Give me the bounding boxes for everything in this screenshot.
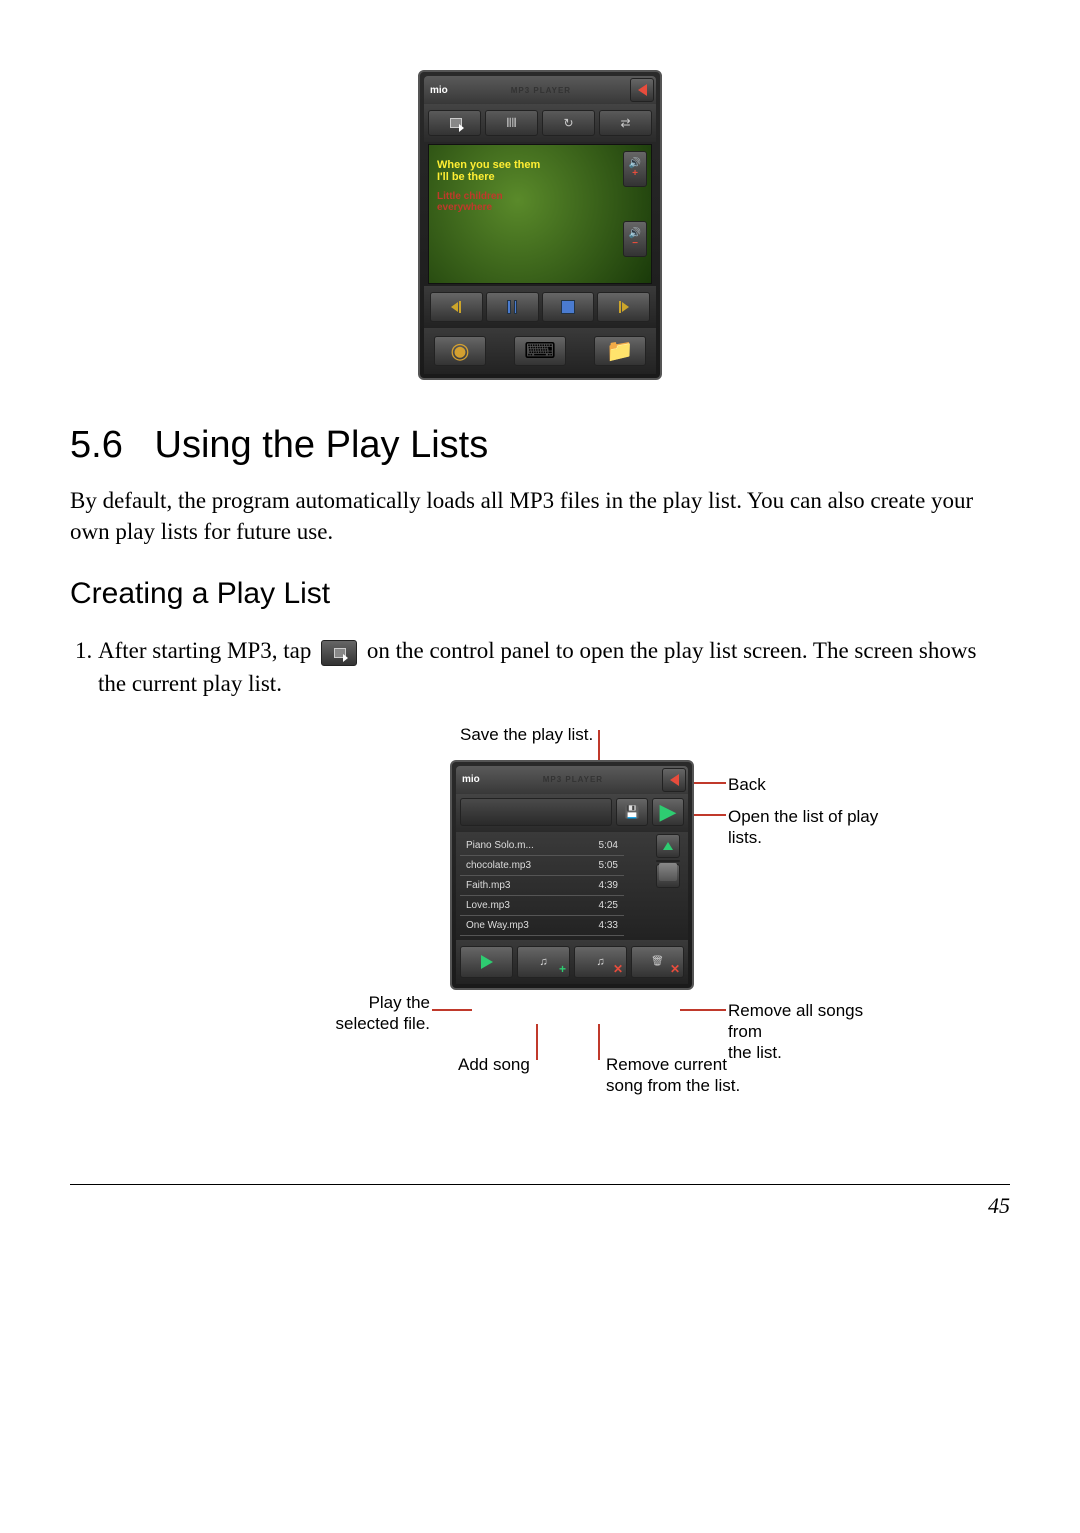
equalizer-tab[interactable]: ⦀⦀: [485, 110, 538, 136]
back-button[interactable]: [630, 78, 654, 102]
remove-all-button[interactable]: 🗑✕: [631, 946, 684, 978]
playlist-icon: [448, 116, 462, 130]
add-song-button[interactable]: ♫+: [517, 946, 570, 978]
next-icon: [622, 302, 629, 312]
playlist-icon: [332, 646, 346, 660]
playlist-device: mio MP3 PLAYER 💾 ▶ Piano Solo.m...5:04 c…: [450, 760, 694, 990]
shuffle-tab[interactable]: ⇄: [599, 110, 652, 136]
toolbar-spacer: [460, 798, 612, 826]
label-save: Save the play list.: [460, 724, 593, 745]
minus-icon: −: [632, 239, 638, 249]
playlist-toolbar: 💾 ▶: [456, 794, 688, 832]
section-title: Using the Play Lists: [155, 424, 489, 466]
chevron-up-icon: [663, 842, 673, 850]
section-heading: 5.6 Using the Play Lists: [70, 424, 1010, 467]
app-title: MP3 PLAYER: [452, 86, 630, 95]
remove-song-button[interactable]: ♫✕: [574, 946, 627, 978]
folder-button[interactable]: 📁: [594, 336, 646, 366]
volume-down-button[interactable]: 🔊−: [623, 221, 647, 257]
play-icon: [481, 955, 493, 969]
shuffle-icon: ⇄: [620, 116, 630, 131]
disc-icon: ◉: [450, 338, 469, 364]
label-add: Add song: [458, 1054, 530, 1075]
stop-button[interactable]: [542, 292, 595, 322]
scroll-up-button[interactable]: [656, 834, 680, 858]
brand-logo: mio: [426, 85, 452, 96]
lyric-line-3: Little children: [437, 191, 643, 202]
play-selected-button[interactable]: [460, 946, 513, 978]
open-playlists-button[interactable]: ▶: [652, 798, 684, 826]
save-playlist-button[interactable]: 💾: [616, 798, 648, 826]
mode-tabs: ⦀⦀ ↻ ⇄: [424, 104, 656, 142]
playlist-bottom-controls: ♫+ ♫✕ 🗑✕: [456, 940, 688, 984]
player-header: mio MP3 PLAYER: [424, 76, 656, 104]
label-back: Back: [728, 774, 766, 795]
label-remove-current: Remove current song from the list.: [606, 1054, 740, 1097]
scroll-thumb[interactable]: [659, 863, 677, 881]
disc-button[interactable]: ◉: [434, 336, 486, 366]
section-number: 5.6: [70, 424, 123, 466]
step-1-text-a: After starting MP3, tap: [98, 638, 311, 663]
back-button[interactable]: [662, 768, 686, 792]
keyboard-button[interactable]: ⌨: [514, 336, 566, 366]
lyric-line-1: When you see them: [437, 159, 643, 171]
track-row[interactable]: chocolate.mp35:05: [460, 856, 624, 876]
track-row[interactable]: One Way.mp34:33: [460, 916, 624, 936]
player-device: mio MP3 PLAYER ⦀⦀ ↻ ⇄ When you see them …: [418, 70, 662, 380]
steps-list: After starting MP3, tap on the control p…: [70, 634, 1010, 701]
page-number: 45: [988, 1193, 1010, 1218]
keyboard-icon: ⌨: [524, 338, 556, 364]
lyric-line-2: I'll be there: [437, 171, 643, 183]
bottom-controls: ◉ ⌨ 📁: [424, 328, 656, 374]
track-row[interactable]: Piano Solo.m...5:04: [460, 836, 624, 856]
now-playing-display: When you see them I'll be there Little c…: [428, 144, 652, 284]
playlist-tab[interactable]: [428, 110, 481, 136]
save-icon: 💾: [625, 805, 640, 819]
playlist-header: mio MP3 PLAYER: [456, 766, 688, 794]
page-footer: 45: [70, 1184, 1010, 1219]
note-x-icon: ♫: [596, 956, 604, 968]
stop-icon: [561, 300, 575, 314]
lyric-line-4: everywhere: [437, 202, 643, 213]
repeat-tab[interactable]: ↻: [542, 110, 595, 136]
app-title: MP3 PLAYER: [484, 775, 662, 784]
track-row[interactable]: Love.mp34:25: [460, 896, 624, 916]
note-plus-icon: ♫: [539, 956, 547, 968]
pause-icon: [507, 300, 517, 314]
repeat-icon: ↻: [563, 116, 573, 131]
player-figure: mio MP3 PLAYER ⦀⦀ ↻ ⇄ When you see them …: [70, 70, 1010, 380]
label-open-list: Open the list of play lists.: [728, 806, 900, 849]
playlist-figure: Save the play list. Back Open the list o…: [180, 724, 900, 1124]
equalizer-icon: ⦀⦀: [506, 116, 517, 131]
list-icon: ▶: [660, 799, 677, 825]
step-1: After starting MP3, tap on the control p…: [98, 634, 1010, 701]
label-remove-all: Remove all songs from the list.: [728, 1000, 900, 1064]
volume-up-button[interactable]: 🔊+: [623, 151, 647, 187]
back-icon: [638, 84, 647, 96]
next-button[interactable]: [597, 292, 650, 322]
plus-icon: +: [632, 169, 638, 179]
pause-button[interactable]: [486, 292, 539, 322]
track-row[interactable]: Faith.mp34:39: [460, 876, 624, 896]
subheading: Creating a Play List: [70, 577, 1010, 611]
label-play-selected: Play the selected file.: [310, 992, 430, 1035]
prev-icon: [451, 302, 458, 312]
track-list[interactable]: Piano Solo.m...5:04 chocolate.mp35:05 Fa…: [456, 832, 688, 940]
trash-icon: 🗑: [651, 956, 664, 967]
transport-controls: [424, 286, 656, 328]
back-icon: [670, 774, 679, 786]
brand-logo: mio: [458, 774, 484, 785]
scrollbar[interactable]: [656, 834, 678, 888]
prev-button[interactable]: [430, 292, 483, 322]
intro-paragraph: By default, the program automatically lo…: [70, 485, 1010, 547]
playlist-button-inline[interactable]: [321, 640, 357, 666]
folder-icon: 📁: [606, 338, 633, 364]
scroll-track[interactable]: [656, 860, 680, 862]
